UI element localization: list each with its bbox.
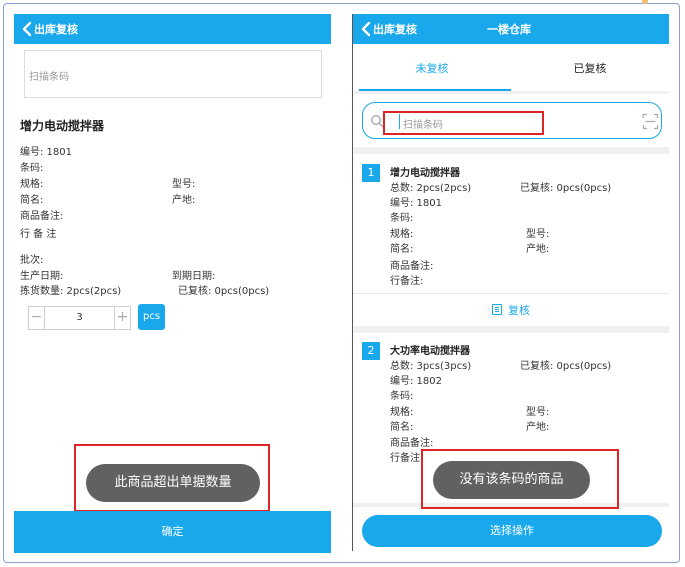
tab-reviewed[interactable]: 已复核 bbox=[511, 44, 669, 91]
item-spec: 规格: bbox=[390, 407, 414, 418]
highlight-box-toast bbox=[421, 449, 619, 509]
back-label[interactable]: 出库复核 bbox=[373, 21, 417, 37]
item-line-remark: 行备注: bbox=[390, 276, 424, 287]
right-panel-review-list: 出库复核 一楼仓库 未复核 已复核 扫描条码 1 增力电动搅拌器 总数: 2pc… bbox=[353, 14, 669, 553]
product-short-name: 简名: bbox=[20, 195, 44, 206]
item-remark: 商品备注: bbox=[390, 438, 434, 449]
product-remark: 商品备注: bbox=[20, 211, 64, 222]
barcode-scan-input[interactable]: 扫描条码 bbox=[24, 50, 322, 98]
product-model: 型号: bbox=[172, 179, 196, 190]
item-short-name: 简名: bbox=[390, 244, 414, 255]
section-gap bbox=[353, 91, 669, 94]
pick-quantity: 拣货数量: 2pcs(2pcs) bbox=[20, 286, 122, 297]
item-reviewed: 已复核: 0pcs(0pcs) bbox=[520, 183, 612, 194]
warehouse-title: 一楼仓库 bbox=[487, 23, 531, 36]
item-model: 型号: bbox=[526, 407, 550, 418]
decrement-button[interactable]: − bbox=[29, 307, 45, 329]
back-chevron-icon[interactable] bbox=[19, 20, 35, 38]
product-code: 编号: 1801 bbox=[20, 147, 72, 158]
product-origin: 产地: bbox=[172, 195, 196, 206]
product-barcode: 条码: bbox=[20, 163, 44, 174]
item-name: 大功率电动搅拌器 bbox=[390, 346, 470, 357]
back-label[interactable]: 出库复核 bbox=[34, 21, 78, 37]
item-name: 增力电动搅拌器 bbox=[390, 168, 460, 179]
back-chevron-icon[interactable] bbox=[358, 20, 374, 38]
select-operation-button[interactable]: 选择操作 bbox=[362, 515, 662, 547]
increment-button[interactable]: + bbox=[114, 307, 130, 329]
tab-pending-review[interactable]: 未复核 bbox=[353, 44, 511, 91]
scan-placeholder: 扫描条码 bbox=[29, 72, 69, 83]
product-name: 增力电动搅拌器 bbox=[20, 119, 105, 133]
review-label: 复核 bbox=[508, 304, 530, 317]
line-remark: 行 备 注 bbox=[20, 229, 57, 240]
item-spec: 规格: bbox=[390, 229, 414, 240]
production-date: 生产日期: bbox=[20, 271, 64, 282]
quantity-value[interactable]: 3 bbox=[46, 312, 113, 323]
item-origin: 产地: bbox=[526, 244, 550, 255]
product-spec: 规格: bbox=[20, 179, 44, 190]
reviewed-quantity: 已复核: 0pcs(0pcs) bbox=[178, 286, 270, 297]
item-model: 型号: bbox=[526, 229, 550, 240]
item-index-badge: 1 bbox=[362, 164, 380, 182]
confirm-button[interactable]: 确定 bbox=[14, 511, 331, 553]
quantity-stepper: − 3 + bbox=[28, 306, 131, 330]
item-index-badge: 2 bbox=[362, 342, 380, 360]
highlight-box-toast bbox=[74, 444, 270, 512]
item-barcode: 条码: bbox=[390, 391, 414, 402]
item-origin: 产地: bbox=[526, 422, 550, 433]
highlight-box-search bbox=[383, 111, 544, 135]
item-short-name: 简名: bbox=[390, 422, 414, 433]
section-gap bbox=[353, 326, 669, 333]
item-reviewed: 已复核: 0pcs(0pcs) bbox=[520, 361, 612, 372]
review-button[interactable]: 复核 bbox=[353, 295, 669, 327]
section-gap bbox=[353, 147, 669, 154]
item-barcode: 条码: bbox=[390, 213, 414, 224]
review-icon bbox=[492, 304, 502, 315]
batch: 批次: bbox=[20, 255, 44, 266]
divider-line bbox=[353, 293, 669, 294]
item-code: 编号: 1801 bbox=[390, 198, 442, 209]
item-remark: 商品备注: bbox=[390, 261, 434, 272]
item-total: 总数: 2pcs(2pcs) bbox=[390, 183, 472, 194]
left-header: 出库复核 bbox=[14, 14, 331, 44]
right-header: 出库复核 一楼仓库 bbox=[353, 14, 669, 44]
item-total: 总数: 3pcs(3pcs) bbox=[390, 361, 472, 372]
scan-icon[interactable] bbox=[642, 113, 659, 130]
unit-button[interactable]: pcs bbox=[138, 304, 165, 330]
expiry-date: 到期日期: bbox=[172, 271, 216, 282]
item-line-remark: 行备注: bbox=[390, 453, 424, 464]
left-panel-review-detail: 出库复核 扫描条码 增力电动搅拌器 编号: 1801 条码: 规格: 型号: 简… bbox=[14, 14, 331, 553]
search-icon bbox=[370, 114, 384, 128]
tab-bar: 未复核 已复核 bbox=[353, 44, 669, 91]
item-code: 编号: 1802 bbox=[390, 376, 442, 387]
